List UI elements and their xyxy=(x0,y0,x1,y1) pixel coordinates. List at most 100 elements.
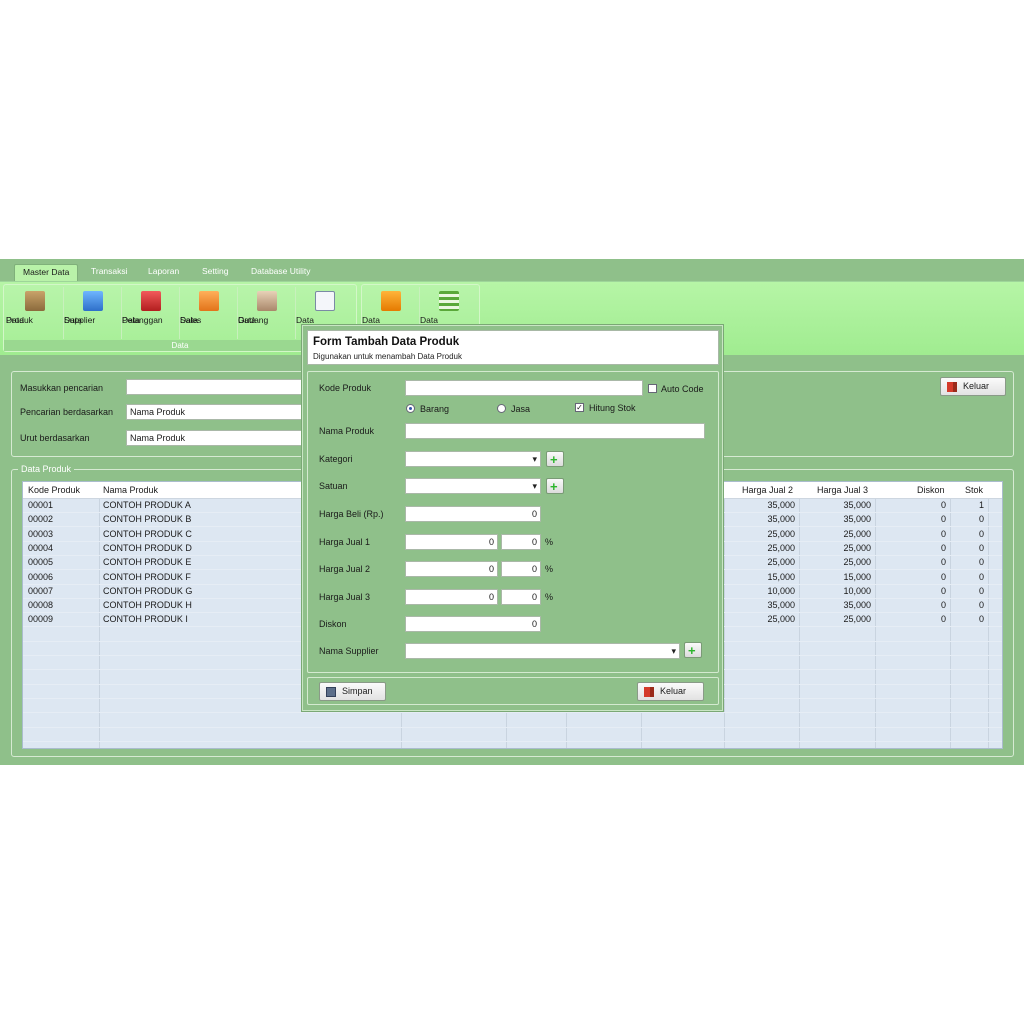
harga-jual-2-input[interactable]: 0 xyxy=(405,561,498,577)
plus-icon: + xyxy=(550,452,558,467)
cell-kode: 00003 xyxy=(28,528,54,539)
diskon-input[interactable]: 0 xyxy=(405,616,541,632)
data-pelanggan-button[interactable]: Data Pelanggan xyxy=(122,287,180,339)
harga-jual-2-percent-input[interactable]: 0 xyxy=(501,561,541,577)
cell-kode: 00007 xyxy=(28,585,54,596)
cell-kode: 00002 xyxy=(28,514,54,525)
tab-database-utility[interactable]: Database Utility xyxy=(243,264,319,281)
ribbon-label-line2: Supplier xyxy=(64,315,96,325)
kategori-label: Kategori xyxy=(319,454,353,464)
cell-nama: CONTOH PRODUK C xyxy=(103,528,192,539)
floppy-disk-icon xyxy=(326,687,336,697)
hitung-stok-checkbox[interactable]: ✓ xyxy=(575,403,584,412)
add-kategori-button[interactable]: + xyxy=(546,451,564,467)
add-product-dialog: Form Tambah Data Produk Digunakan untuk … xyxy=(302,325,723,711)
dialog-form: Kode Produk Auto Code Barang Jasa ✓ Hitu… xyxy=(307,371,719,673)
cell-hj3: 35,000 xyxy=(843,514,871,525)
barang-radio[interactable] xyxy=(406,404,415,413)
harga-beli-label: Harga Beli (Rp.) xyxy=(319,509,384,519)
tab-master-data[interactable]: Master Data xyxy=(14,264,79,281)
search-input[interactable] xyxy=(126,379,306,395)
header-diskon[interactable]: Diskon xyxy=(917,485,945,495)
ribbon-label-line2: Produk xyxy=(6,315,33,325)
header-harga-jual-2[interactable]: Harga Jual 2 xyxy=(742,485,793,495)
ribbon-label-line2: Pelanggan xyxy=(122,315,163,325)
auto-code-checkbox[interactable] xyxy=(648,384,657,393)
cell-stok: 0 xyxy=(978,557,984,568)
cell-nama: CONTOH PRODUK D xyxy=(103,542,192,553)
jasa-radio[interactable] xyxy=(497,404,506,413)
menu-tab-bar: Master Data Transaksi Laporan Setting Da… xyxy=(0,259,1024,281)
harga-jual-3-input[interactable]: 0 xyxy=(405,589,498,605)
harga-jual-1-label: Harga Jual 1 xyxy=(319,537,371,547)
hitung-stok-label: Hitung Stok xyxy=(589,403,636,413)
kode-produk-input[interactable] xyxy=(405,380,643,396)
nama-produk-input[interactable] xyxy=(405,423,705,439)
cell-nama: CONTOH PRODUK E xyxy=(103,557,192,568)
cell-hj3: 25,000 xyxy=(843,528,871,539)
harga-jual-3-label: Harga Jual 3 xyxy=(319,592,371,602)
row-divider xyxy=(23,740,1002,742)
cell-stok: 0 xyxy=(978,600,984,611)
tab-transaksi[interactable]: Transaksi xyxy=(83,264,136,281)
data-gudang-button[interactable]: Data Gudang xyxy=(238,287,296,339)
kategori-select[interactable] xyxy=(405,451,541,467)
cell-stok: 0 xyxy=(978,571,984,582)
header-stok[interactable]: Stok xyxy=(965,485,983,495)
cell-nama: CONTOH PRODUK G xyxy=(103,585,193,596)
harga-beli-input[interactable]: 0 xyxy=(405,506,541,522)
cell-hj3: 25,000 xyxy=(843,614,871,625)
harga-jual-1-percent-input[interactable]: 0 xyxy=(501,534,541,550)
cell-stok: 0 xyxy=(978,542,984,553)
barang-label: Barang xyxy=(420,404,450,414)
harga-jual-3-percent-input[interactable]: 0 xyxy=(501,589,541,605)
header-kode-produk[interactable]: Kode Produk xyxy=(28,485,80,495)
cell-hj2: 15,000 xyxy=(767,571,795,582)
sort-by-select[interactable]: Nama Produk xyxy=(126,430,306,446)
exit-button[interactable]: Keluar xyxy=(940,377,1006,396)
nama-supplier-label: Nama Supplier xyxy=(319,646,379,656)
header-nama-produk[interactable]: Nama Produk xyxy=(103,485,158,495)
cell-stok: 0 xyxy=(978,585,984,596)
sort-by-label: Urut berdasarkan xyxy=(20,433,90,443)
cell-diskon: 0 xyxy=(940,600,946,611)
cell-diskon: 0 xyxy=(940,500,946,510)
supplier-icon xyxy=(82,291,103,311)
add-supplier-button[interactable]: + xyxy=(684,642,702,658)
satuan-select[interactable] xyxy=(405,478,541,494)
data-supplier-button[interactable]: Data Supplier xyxy=(64,287,122,339)
data-sales-button[interactable]: Data Sales xyxy=(180,287,238,339)
dialog-title: Form Tambah Data Produk xyxy=(313,336,460,348)
cell-diskon: 0 xyxy=(940,557,946,568)
box-icon xyxy=(24,291,45,311)
cell-stok: 0 xyxy=(978,528,984,539)
cell-hj2: 25,000 xyxy=(767,528,795,539)
harga-jual-1-input[interactable]: 0 xyxy=(405,534,498,550)
nama-produk-label: Nama Produk xyxy=(319,426,375,436)
cell-hj2: 35,000 xyxy=(767,600,795,611)
cell-diskon: 0 xyxy=(940,571,946,582)
sales-person-icon xyxy=(198,291,219,311)
add-satuan-button[interactable]: + xyxy=(546,478,564,494)
cell-nama: CONTOH PRODUK F xyxy=(103,571,191,582)
folder-icon xyxy=(380,291,401,311)
exit-button-label: Keluar xyxy=(963,381,990,391)
tab-setting[interactable]: Setting xyxy=(194,264,236,281)
auto-code-label: Auto Code xyxy=(661,384,704,394)
diskon-label: Diskon xyxy=(319,619,347,629)
cell-kode: 00005 xyxy=(28,557,54,568)
table-row xyxy=(23,728,1002,742)
supplier-select[interactable] xyxy=(405,643,680,659)
dialog-exit-button[interactable]: Keluar xyxy=(637,682,704,701)
tab-laporan[interactable]: Laporan xyxy=(140,264,187,281)
search-by-select[interactable]: Nama Produk xyxy=(126,404,306,420)
ribbon-label-line2: Sales xyxy=(180,315,202,325)
document-icon xyxy=(315,291,335,311)
data-produk-button[interactable]: Data Produk xyxy=(6,287,64,339)
cell-nama: CONTOH PRODUK I xyxy=(103,614,188,625)
header-harga-jual-3[interactable]: Harga Jual 3 xyxy=(817,485,868,495)
cell-nama: CONTOH PRODUK A xyxy=(103,500,191,510)
search-label: Masukkan pencarian xyxy=(20,383,104,393)
save-button[interactable]: Simpan xyxy=(319,682,386,701)
cell-hj2: 25,000 xyxy=(767,614,795,625)
